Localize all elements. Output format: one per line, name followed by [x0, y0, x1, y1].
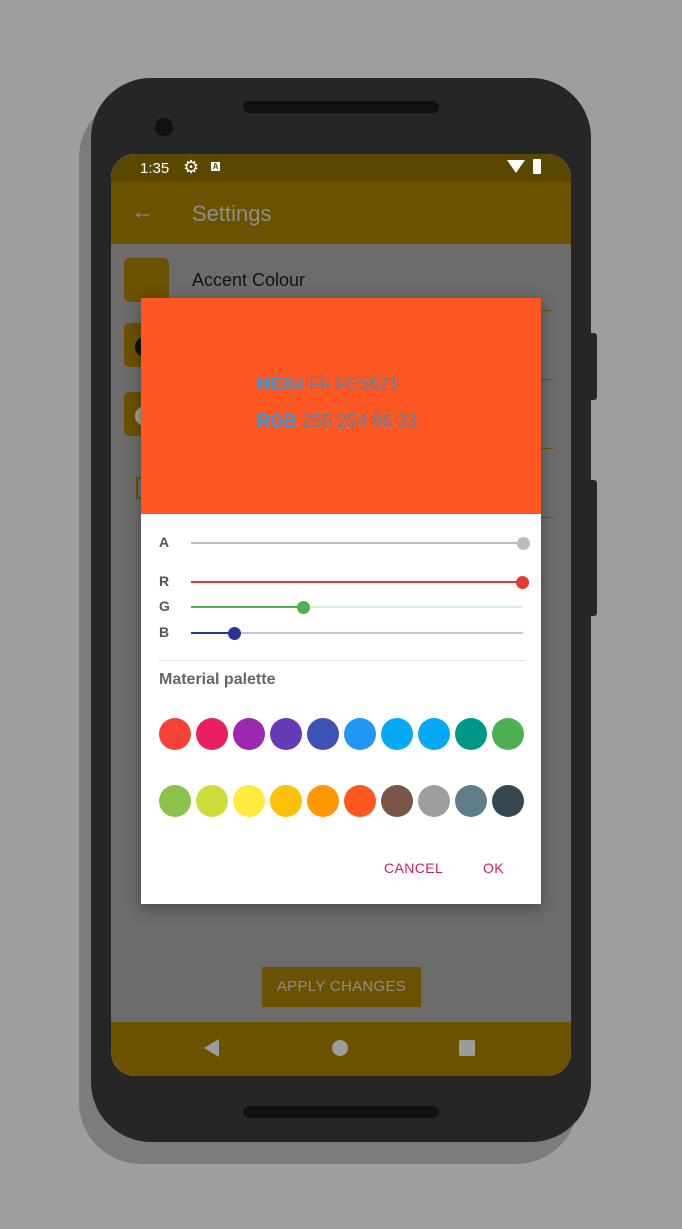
palette-swatch[interactable]	[455, 718, 487, 750]
palette-divider	[159, 660, 524, 661]
palette-swatch[interactable]	[492, 718, 524, 750]
slider-label-b: B	[159, 624, 170, 640]
palette-swatch[interactable]	[270, 785, 302, 817]
palette-swatch[interactable]	[418, 785, 450, 817]
front-camera	[155, 118, 173, 136]
hex-label: HEX#	[257, 374, 305, 394]
color-picker-dialog: HEX# FF FE5621 RGB 255 254 86 33 A RGB Ma…	[141, 298, 541, 904]
accent-colour-swatch[interactable]	[124, 258, 169, 302]
a-icon: A	[211, 162, 220, 171]
nav-back-icon[interactable]	[204, 1039, 219, 1057]
slider-fill-a	[191, 542, 523, 544]
slider-fill-r	[191, 581, 522, 583]
palette-swatch[interactable]	[418, 718, 450, 750]
rgb-label: RGB	[257, 411, 297, 431]
palette-swatch[interactable]	[159, 785, 191, 817]
slider-thumb-g[interactable]	[296, 601, 310, 614]
nav-home-icon[interactable]	[332, 1040, 348, 1056]
battery-icon	[533, 159, 541, 174]
volume-button	[590, 480, 597, 616]
palette-swatch[interactable]	[196, 718, 228, 750]
palette-swatch[interactable]	[270, 718, 302, 750]
palette-swatch[interactable]	[196, 785, 228, 817]
palette-swatch[interactable]	[307, 718, 339, 750]
slider-thumb-a[interactable]	[517, 537, 530, 550]
slider-thumb-b[interactable]	[227, 627, 241, 640]
palette-swatch[interactable]	[344, 785, 376, 817]
palette-swatch[interactable]	[233, 718, 265, 750]
hex-value: FF FE5621	[309, 374, 400, 394]
slider-label-r: R	[159, 573, 170, 589]
color-preview: HEX# FF FE5621 RGB 255 254 86 33	[141, 298, 541, 514]
palette-swatch[interactable]	[381, 718, 413, 750]
status-time: 1:35	[140, 160, 170, 177]
palette-title: Material palette	[159, 671, 276, 688]
app-bar: ← Settings	[111, 182, 571, 244]
cancel-button[interactable]: CANCEL	[384, 860, 443, 876]
slider-label-g: G	[159, 598, 170, 614]
ok-button[interactable]: OK	[483, 860, 504, 876]
page-title: Settings	[192, 201, 272, 226]
palette-swatch[interactable]	[159, 718, 191, 750]
status-bar: 1:35 ⚙ A	[111, 154, 571, 182]
palette-swatch[interactable]	[233, 785, 265, 817]
power-button	[590, 333, 597, 400]
nav-recents-icon[interactable]	[459, 1040, 475, 1056]
apply-changes-button[interactable]: APPLY CHANGES	[262, 967, 421, 1007]
bottom-speaker	[243, 1106, 439, 1118]
wifi-icon	[507, 160, 525, 173]
palette-swatch[interactable]	[381, 785, 413, 817]
navigation-bar	[111, 1022, 571, 1076]
palette-swatch[interactable]	[492, 785, 524, 817]
palette-swatch[interactable]	[455, 785, 487, 817]
slider-fill-g	[191, 606, 303, 608]
earpiece-speaker	[243, 101, 439, 113]
rgb-value: 255 254 86 33	[302, 411, 418, 431]
hex-readout: HEX# FF FE5621	[257, 374, 399, 395]
palette-swatch[interactable]	[344, 718, 376, 750]
arrow-back-icon[interactable]: ←	[131, 198, 155, 226]
palette-swatch[interactable]	[307, 785, 339, 817]
gear-icon: ⚙	[183, 157, 200, 177]
rgb-readout: RGB 255 254 86 33	[257, 411, 417, 432]
slider-label-a: A	[159, 534, 170, 550]
slider-thumb-r[interactable]	[515, 576, 529, 589]
accent-colour-label[interactable]: Accent Colour	[192, 270, 305, 291]
